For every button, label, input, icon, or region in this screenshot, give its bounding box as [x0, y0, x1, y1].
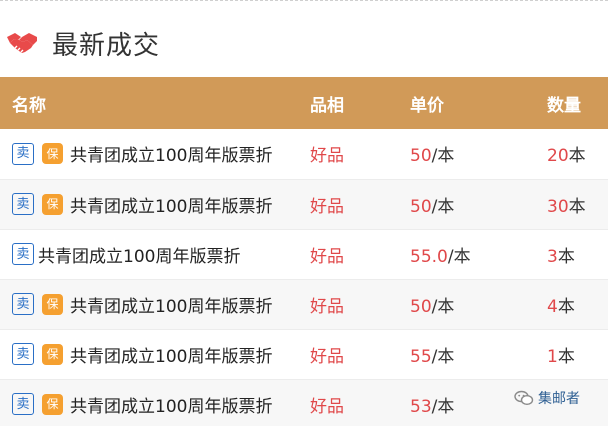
- deals-table: 名称 品相 单价 数量 卖 保 共青团成立100周年版票折 好品 50/本 20…: [0, 77, 608, 426]
- cell-quality: 好品: [310, 346, 344, 367]
- cell-price: 50/本: [410, 179, 547, 229]
- cell-name: 卖 保 共青团成立100周年版票折: [0, 179, 310, 229]
- cell-name: 卖 保 共青团成立100周年版票折: [0, 279, 310, 329]
- cell-quality: 好品: [310, 246, 344, 267]
- item-name-link[interactable]: 共青团成立100周年版票折: [38, 242, 240, 267]
- price-value: 55: [410, 346, 432, 367]
- page-title: 最新成交: [52, 30, 161, 61]
- column-header-quantity: 数量: [547, 95, 581, 116]
- sell-badge-icon: 卖: [12, 243, 34, 265]
- item-name-link[interactable]: 共青团成立100周年版票折: [70, 141, 272, 166]
- item-name-link[interactable]: 共青团成立100周年版票折: [70, 392, 272, 417]
- cell-quantity: 4本: [547, 279, 608, 329]
- top-divider: [0, 0, 608, 1]
- cell-price: 50/本: [410, 279, 547, 329]
- guarantee-badge-icon: 保: [42, 293, 63, 315]
- handshake-icon: [7, 33, 37, 53]
- guarantee-badge-icon: 保: [42, 143, 63, 165]
- price-value: 53: [410, 396, 432, 417]
- source-watermark: 集邮者: [514, 388, 580, 408]
- column-header-name: 名称: [12, 95, 46, 116]
- quantity-unit: 本: [557, 296, 575, 317]
- quantity-value: 3: [547, 246, 558, 267]
- price-unit: /本: [431, 396, 455, 417]
- cell-price: 50/本: [410, 129, 547, 179]
- price-unit: /本: [431, 346, 455, 367]
- price-value: 50: [410, 146, 432, 167]
- price-unit: /本: [431, 296, 455, 317]
- cell-quantity: 30本: [547, 179, 608, 229]
- price-unit: /本: [431, 196, 455, 217]
- quantity-value: 4: [547, 296, 558, 317]
- table-row[interactable]: 卖 保 共青团成立100周年版票折 好品 50/本 20本: [0, 129, 608, 179]
- quantity-unit: 本: [557, 246, 575, 267]
- section-header: 最新成交: [0, 12, 608, 74]
- watermark-text: 集邮者: [538, 391, 580, 407]
- cell-quality: 好品: [310, 196, 344, 217]
- price-value: 55.0: [410, 246, 448, 267]
- sell-badge-icon: 卖: [12, 142, 34, 165]
- cell-name: 卖 保 共青团成立100周年版票折: [0, 329, 310, 379]
- table-header: 名称 品相 单价 数量: [0, 77, 608, 129]
- quantity-value: 30: [547, 196, 569, 217]
- table-row[interactable]: 卖 共青团成立100周年版票折 好品 55.0/本 3本: [0, 229, 608, 279]
- sell-badge-icon: 卖: [12, 293, 34, 315]
- column-header-quality: 品相: [310, 95, 344, 116]
- table-row[interactable]: 卖 保 共青团成立100周年版票折 好品 55/本 1本: [0, 329, 608, 379]
- guarantee-badge-icon: 保: [42, 193, 63, 215]
- column-header-price: 单价: [410, 95, 444, 116]
- item-name-link[interactable]: 共青团成立100周年版票折: [70, 342, 272, 367]
- price-value: 50: [410, 196, 432, 217]
- quantity-value: 20: [547, 146, 569, 167]
- header-row: 名称 品相 单价 数量: [0, 77, 608, 129]
- table-row[interactable]: 卖 保 共青团成立100周年版票折 好品 50/本 4本: [0, 279, 608, 329]
- cell-quantity: 1本: [547, 329, 608, 379]
- guarantee-badge-icon: 保: [42, 343, 63, 365]
- price-value: 50: [410, 296, 432, 317]
- cell-quality: 好品: [310, 296, 344, 317]
- cell-quantity: 20本: [547, 129, 608, 179]
- table-body: 卖 保 共青团成立100周年版票折 好品 50/本 20本 卖 保 共青团成立1…: [0, 129, 608, 426]
- cell-name: 卖 保 共青团成立100周年版票折: [0, 379, 310, 426]
- cell-name: 卖 保 共青团成立100周年版票折: [0, 129, 310, 179]
- price-unit: /本: [447, 246, 471, 267]
- wechat-icon: [514, 390, 534, 406]
- guarantee-badge-icon: 保: [42, 393, 63, 415]
- table-row[interactable]: 卖 保 共青团成立100周年版票折 好品 50/本 30本: [0, 179, 608, 229]
- sell-badge-icon: 卖: [12, 193, 34, 215]
- cell-quality: 好品: [310, 396, 344, 417]
- cell-name: 卖 共青团成立100周年版票折: [0, 229, 310, 279]
- quantity-unit: 本: [557, 346, 575, 367]
- cell-quality: 好品: [310, 146, 344, 167]
- sell-badge-icon: 卖: [12, 343, 34, 365]
- sell-badge-icon: 卖: [12, 393, 34, 415]
- price-unit: /本: [431, 146, 455, 167]
- cell-price: 55.0/本: [410, 229, 547, 279]
- cell-quantity: 3本: [547, 229, 608, 279]
- item-name-link[interactable]: 共青团成立100周年版票折: [70, 292, 272, 317]
- item-name-link[interactable]: 共青团成立100周年版票折: [70, 192, 272, 217]
- quantity-value: 1: [547, 346, 558, 367]
- quantity-unit: 本: [568, 196, 586, 217]
- cell-price: 55/本: [410, 329, 547, 379]
- quantity-unit: 本: [568, 146, 586, 167]
